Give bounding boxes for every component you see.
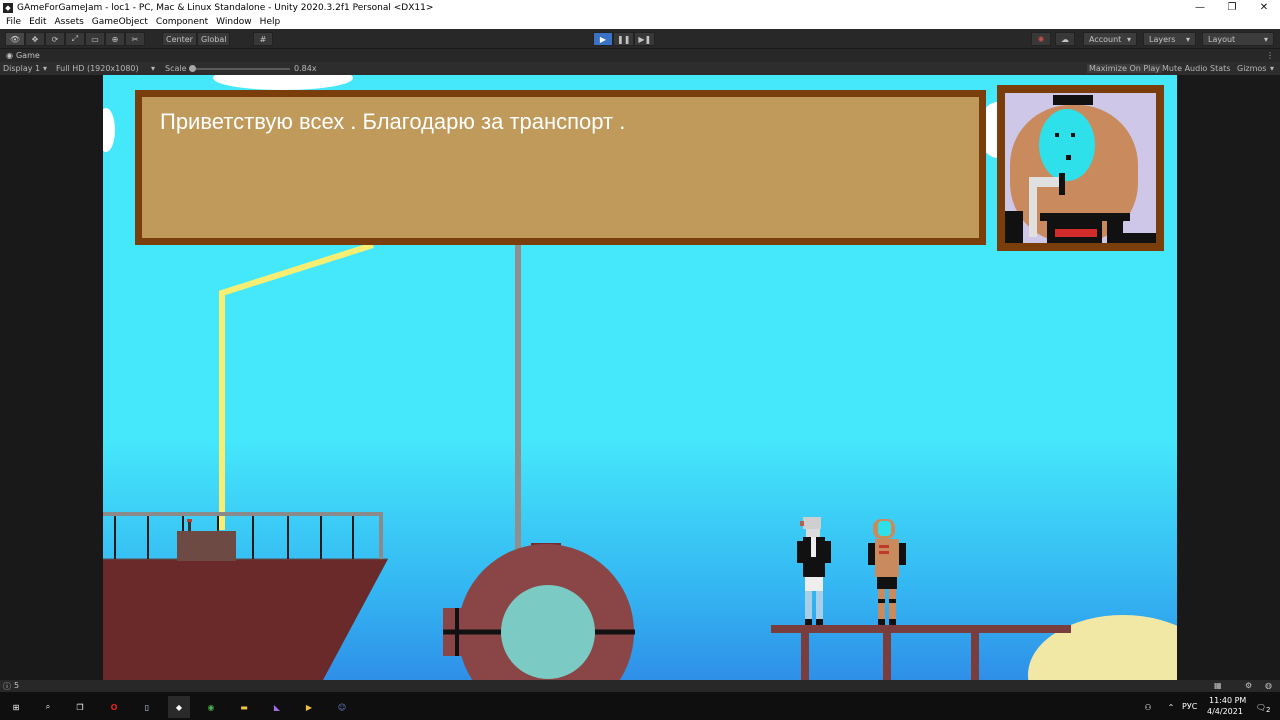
close-button[interactable]: ✕ — [1248, 2, 1280, 13]
resolution-chevron-icon: ▾ — [151, 64, 156, 73]
layers-label: Layers — [1149, 34, 1176, 44]
game-view[interactable]: Приветствую всех . Благодарю за транспор… — [103, 75, 1177, 680]
layout-label: Layout — [1208, 34, 1236, 44]
mute-audio-toggle[interactable]: Mute Audio — [1162, 64, 1207, 73]
windows-start-icon[interactable]: ⊞ — [5, 696, 27, 718]
window-title: GAmeForGameJam - loc1 - PC, Mac & Linux … — [17, 2, 434, 13]
file-icon[interactable]: ▯ — [136, 696, 158, 718]
maximize-on-play-toggle[interactable]: Maximize On Play — [1087, 64, 1163, 73]
resolution-dropdown[interactable]: Full HD (1920x1080) — [56, 64, 139, 73]
ship — [103, 512, 388, 680]
game-tab-label: Game — [15, 51, 40, 60]
pivot-global-toggle[interactable]: Global — [196, 32, 231, 46]
media-player-icon[interactable]: ▶ — [298, 696, 320, 718]
cloud-icon[interactable]: ☁ — [1055, 32, 1075, 46]
status-bar: ⓘ 5 ▦ ⚙ ◍ — [0, 680, 1280, 692]
speaker-portrait — [997, 85, 1164, 251]
move-tool-icon[interactable]: ✥ — [25, 32, 45, 46]
console-count: 5 — [14, 681, 20, 690]
file-explorer-icon[interactable]: ▬ — [233, 696, 255, 718]
people-icon[interactable]: ⚇ — [1137, 696, 1159, 718]
scale-tool-icon[interactable]: ⤢ — [65, 32, 85, 46]
discord-icon[interactable]: ☺ — [331, 696, 353, 718]
layout-dropdown[interactable]: Layout ▾ — [1202, 32, 1274, 46]
kebab-menu-icon[interactable]: ⋮ — [1266, 51, 1274, 60]
transform-tool-icon[interactable]: ⊕ — [105, 32, 125, 46]
restore-button[interactable]: ❐ — [1216, 2, 1248, 13]
stats-toggle[interactable]: Stats — [1210, 64, 1230, 73]
scale-slider-thumb[interactable] — [189, 65, 196, 72]
collab-status-icon[interactable]: ⚙ — [1245, 681, 1252, 690]
visual-studio-icon[interactable]: ◣ — [266, 696, 288, 718]
pivot-center-toggle[interactable]: Center — [162, 32, 197, 46]
scale-slider[interactable] — [189, 65, 290, 72]
pivot-label: Center — [166, 34, 193, 44]
character-captain — [797, 517, 831, 625]
chevron-down-icon: ▾ — [1126, 34, 1131, 44]
chrome-icon[interactable]: ◉ — [200, 696, 222, 718]
gizmos-chevron-icon[interactable]: ▾ — [1270, 64, 1274, 73]
step-button[interactable]: ▶❚ — [634, 32, 656, 46]
progress-icon[interactable]: ◍ — [1265, 681, 1272, 690]
rect-tool-icon[interactable]: ▭ — [85, 32, 105, 46]
menu-window[interactable]: Window — [216, 17, 252, 27]
windows-taskbar: ⊞ ⌕ ❐ O ▯ ◆ ◉ ▬ ◣ ▶ ☺ ⚇ ⌃ РУС 11:40 PM 4… — [0, 692, 1280, 720]
custom-tool-icon[interactable]: ✂ — [125, 32, 145, 46]
unity-taskbar-icon[interactable]: ◆ — [168, 696, 190, 718]
chevron-down-icon: ▾ — [1185, 34, 1190, 44]
rotate-tool-icon[interactable]: ⟳ — [45, 32, 65, 46]
opera-icon[interactable]: O — [103, 696, 125, 718]
speaker-portrait-image — [1005, 93, 1156, 243]
hand-tool-icon[interactable]: 👁 — [5, 32, 25, 46]
account-dropdown[interactable]: Account ▾ — [1083, 32, 1137, 46]
task-view-icon[interactable]: ❐ — [69, 696, 91, 718]
menu-help[interactable]: Help — [260, 17, 281, 27]
notification-count: 2 — [1266, 706, 1271, 714]
menu-file[interactable]: File — [6, 17, 21, 27]
play-button[interactable]: ▶ — [593, 32, 613, 46]
bathysphere — [443, 543, 635, 680]
display-dropdown[interactable]: Display 1 — [3, 64, 40, 73]
game-tab[interactable]: ◉ Game ⋮ — [0, 49, 1280, 62]
account-label: Account — [1089, 34, 1122, 44]
menu-component[interactable]: Component — [156, 17, 208, 27]
character-diver — [868, 519, 906, 625]
minimize-button[interactable]: — — [1184, 2, 1216, 13]
menu-gameobject[interactable]: GameObject — [92, 17, 148, 27]
bake-icon[interactable]: ▦ — [1214, 681, 1222, 690]
menu-bar: File Edit Assets GameObject Component Wi… — [0, 15, 1280, 29]
search-icon[interactable]: ⌕ — [37, 696, 59, 718]
layers-dropdown[interactable]: Layers ▾ — [1143, 32, 1196, 46]
dialogue-box: Приветствую всех . Благодарю за транспор… — [135, 90, 986, 245]
game-view-bar: Display 1 ▾ Full HD (1920x1080) ▾ Scale … — [0, 62, 1280, 75]
dialogue-text: Приветствую всех . Благодарю за транспор… — [160, 109, 626, 134]
main-toolbar: 👁 ✥ ⟳ ⤢ ▭ ⊕ ✂ Center Global # ▶ ❚❚ ▶❚ ✺ … — [0, 29, 1280, 49]
grid-snap-icon[interactable]: # — [253, 32, 273, 46]
unity-logo-icon: ◆ — [3, 2, 13, 13]
scale-value: 0.84x — [294, 64, 317, 73]
pause-button[interactable]: ❚❚ — [613, 32, 635, 46]
chevron-down-icon: ▾ — [1263, 34, 1268, 44]
menu-edit[interactable]: Edit — [29, 17, 46, 27]
tray-chevron-up-icon[interactable]: ⌃ — [1160, 696, 1182, 718]
yellow-rope — [219, 242, 374, 530]
display-chevron-icon: ▾ — [43, 64, 48, 73]
scale-label: Scale — [165, 64, 187, 73]
clock-time[interactable]: 11:40 PM — [1209, 696, 1246, 705]
info-icon[interactable]: ⓘ — [3, 681, 11, 692]
clock-date[interactable]: 4/4/2021 — [1207, 707, 1243, 716]
pier — [771, 625, 1071, 680]
sand-shore — [1028, 615, 1177, 680]
gizmos-toggle[interactable]: Gizmos — [1237, 64, 1266, 73]
menu-assets[interactable]: Assets — [55, 17, 84, 27]
collab-icon[interactable]: ✺ — [1031, 32, 1051, 46]
game-tab-icon: ◉ — [6, 51, 13, 60]
title-bar: ◆ GAmeForGameJam - loc1 - PC, Mac & Linu… — [0, 0, 1280, 15]
space-label: Global — [200, 34, 227, 44]
language-indicator[interactable]: РУС — [1182, 702, 1197, 711]
